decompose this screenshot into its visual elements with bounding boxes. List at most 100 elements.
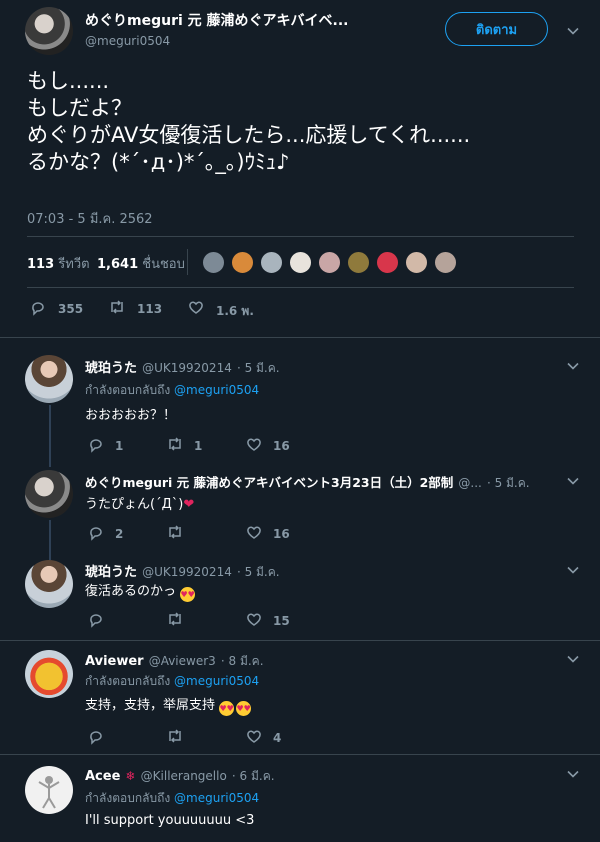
retweet-icon[interactable] (108, 298, 126, 316)
reply-icon[interactable] (29, 298, 47, 316)
thread-line (49, 405, 51, 467)
retweet-icon[interactable] (166, 610, 184, 628)
reply-icon[interactable] (87, 523, 105, 541)
replying-to-prefix: กำลังตอบกลับถึง (85, 383, 171, 397)
reply-text: 復活あるのかっ (85, 584, 177, 599)
retweet-count: 1 (194, 439, 203, 453)
like-icon[interactable] (245, 610, 263, 628)
stats-divider (187, 249, 188, 275)
retweet-label: รีทวีต (58, 257, 90, 272)
chevron-down-icon[interactable] (566, 474, 580, 488)
reply-header: 琥珀うた @UK19920214 · 5 มี.ค. (85, 357, 280, 378)
avatar[interactable] (25, 650, 73, 698)
chevron-down-icon[interactable] (566, 359, 580, 373)
follow-button[interactable]: ติดตาม (445, 12, 548, 46)
reply-count: 355 (58, 302, 84, 316)
reply-display-name[interactable]: 琥珀うた (85, 361, 137, 376)
avatar[interactable] (25, 355, 73, 403)
reply-text: うたぴょん(´Д`) (85, 497, 184, 512)
reply-header: Acee ❄ @Killerangello · 6 มี.ค. (85, 765, 275, 786)
reply-count: 1 (115, 439, 124, 453)
like-count: 16 (273, 439, 290, 453)
like-icon[interactable] (245, 523, 263, 541)
replying-to-handle[interactable]: @meguri0504 (174, 791, 259, 805)
reply-icon[interactable] (87, 727, 105, 745)
divider (0, 754, 600, 755)
liker-avatar[interactable] (259, 250, 284, 275)
heart-eyes-emoji: ♥♥ (180, 587, 196, 602)
chevron-down-icon[interactable] (566, 24, 580, 38)
like-icon[interactable] (187, 298, 205, 316)
reply-display-name[interactable]: Aviewer (85, 654, 144, 669)
reply-handle[interactable]: @... (458, 476, 481, 490)
retweet-count: 113 (27, 257, 55, 272)
reply-text-wrap: 支持，支持，举屌支持 ♥♥ ♥♥ (85, 694, 252, 716)
liker-avatar[interactable] (375, 250, 400, 275)
red-heart-emoji: ❤ (183, 497, 195, 512)
like-count: 4 (273, 731, 282, 745)
reply-display-name[interactable]: めぐりmeguri 元 藤浦めぐアキバイベント3月23日（土）2部制 (85, 475, 453, 490)
avatar[interactable] (25, 560, 73, 608)
reply-header: 琥珀うた @UK19920214 · 5 มี.ค. (85, 561, 280, 582)
avatar[interactable] (25, 470, 73, 518)
reply-icon[interactable] (87, 610, 105, 628)
reply-count: 2 (115, 527, 124, 541)
liker-avatar[interactable] (201, 250, 226, 275)
retweet-icon[interactable] (166, 523, 184, 541)
reply-text-wrap: うたぴょん(´Д`)❤ (85, 493, 194, 512)
like-icon[interactable] (245, 435, 263, 453)
reply-time[interactable]: · 5 มี.ค. (237, 361, 280, 375)
liker-avatar[interactable] (230, 250, 255, 275)
retweet-icon[interactable] (166, 727, 184, 745)
liker-avatar[interactable] (433, 250, 458, 275)
tweet-timestamp[interactable]: 07:03 - 5 มี.ค. 2562 (27, 208, 153, 229)
tweet-text-line: めぐりがAV女優復活したら...応援してくれ...... (27, 123, 471, 147)
reply-handle[interactable]: @Aviewer3 (149, 654, 216, 668)
reply-icon[interactable] (87, 435, 105, 453)
reply-time[interactable]: · 5 มี.ค. (237, 565, 280, 579)
divider (0, 337, 600, 338)
reply-time[interactable]: · 6 มี.ค. (232, 769, 275, 783)
author-display-name[interactable]: めぐりmeguri 元 藤浦めぐアキバイベ... (85, 10, 348, 30)
avatar[interactable] (25, 7, 73, 55)
liker-avatar[interactable] (288, 250, 313, 275)
reply-header: Aviewer @Aviewer3 · 8 มี.ค. (85, 650, 264, 671)
chevron-down-icon[interactable] (566, 563, 580, 577)
reply-time[interactable]: · 8 มี.ค. (221, 654, 264, 668)
like-count: 1,641 (97, 257, 139, 272)
divider (27, 236, 574, 237)
like-stats[interactable]: 1,641 ชื่นชอบ (97, 253, 185, 274)
liker-avatar[interactable] (404, 250, 429, 275)
reply-display-name[interactable]: Acee (85, 769, 120, 784)
follow-button-label: ติดตาม (475, 22, 518, 38)
heart-eyes-emoji: ♥♥ (219, 701, 235, 716)
replying-to: กำลังตอบกลับถึง @meguri0504 (85, 789, 259, 808)
like-icon[interactable] (245, 727, 263, 745)
replying-to-handle[interactable]: @meguri0504 (174, 674, 259, 688)
reply-handle[interactable]: @Killerangello (141, 769, 227, 783)
replying-to: กำลังตอบกลับถึง @meguri0504 (85, 381, 259, 400)
reply-time[interactable]: · 5 มี.ค. (487, 476, 530, 490)
reply-handle[interactable]: @UK19920214 (142, 361, 232, 375)
author-handle[interactable]: @meguri0504 (85, 34, 170, 48)
tweet-text-line: るかな？(*´･д･)*´｡_｡)ｳﾐｭ♪ (27, 150, 290, 174)
stick-figure-icon (38, 776, 60, 809)
like-label: ชื่นชอบ (142, 257, 185, 272)
retweet-stats[interactable]: 113 รีทวีต (27, 253, 90, 274)
chevron-down-icon[interactable] (566, 652, 580, 666)
divider (0, 640, 600, 641)
reply-header: めぐりmeguri 元 藤浦めぐアキバイベント3月23日（土）2部制 @... … (85, 472, 555, 493)
liker-avatar[interactable] (317, 250, 342, 275)
liker-avatar[interactable] (346, 250, 371, 275)
retweet-count: 113 (137, 302, 163, 316)
retweet-icon[interactable] (166, 435, 184, 453)
replying-to-prefix: กำลังตอบกลับถึง (85, 674, 171, 688)
reply-display-name[interactable]: 琥珀うた (85, 565, 137, 580)
replying-to-handle[interactable]: @meguri0504 (174, 383, 259, 397)
tweet-text-line: もし...... (27, 69, 110, 93)
reply-text-wrap: 復活あるのかっ ♥♥ (85, 580, 196, 602)
chevron-down-icon[interactable] (566, 767, 580, 781)
avatar[interactable] (25, 766, 73, 814)
reply-handle[interactable]: @UK19920214 (142, 565, 232, 579)
tweet-text-line: もしだよ？ (27, 96, 132, 120)
